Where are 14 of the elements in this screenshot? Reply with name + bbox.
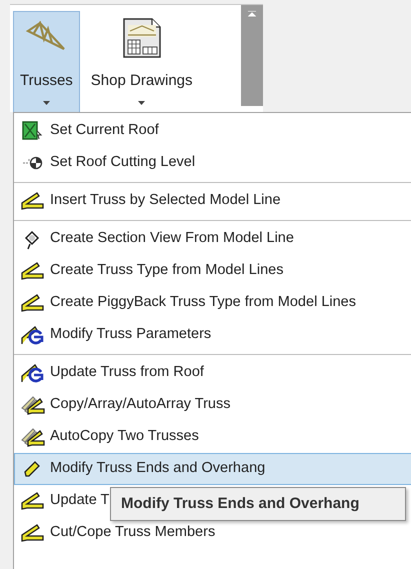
tooltip: Modify Truss Ends and Overhang xyxy=(110,487,406,521)
menu-item-label: Modify Truss Ends and Overhang xyxy=(50,459,266,478)
menu-item-label: Set Current Roof xyxy=(50,121,159,140)
menu-item-label: Cut/Cope Truss Members xyxy=(50,523,216,542)
menu-item-label: Create PiggyBack Truss Type from Model Lines xyxy=(50,293,356,312)
menu-item-label: Copy/Array/AutoArray Truss xyxy=(50,395,230,414)
menu-item-label: Set Roof Cutting Level xyxy=(50,153,196,172)
menu-item-label: AutoCopy Two Trusses xyxy=(50,427,199,446)
menu-item-label: Create Truss Type from Model Lines xyxy=(50,261,284,280)
menu-item-label: Update Truss from Roof xyxy=(50,363,204,382)
menu-item-label: Create Section View From Model Line xyxy=(50,229,294,248)
menu-item-label: Modify Truss Parameters xyxy=(50,325,212,344)
menu-item-label: Update T xyxy=(50,491,110,510)
menu-item-label: Insert Truss by Selected Model Line xyxy=(50,191,281,210)
